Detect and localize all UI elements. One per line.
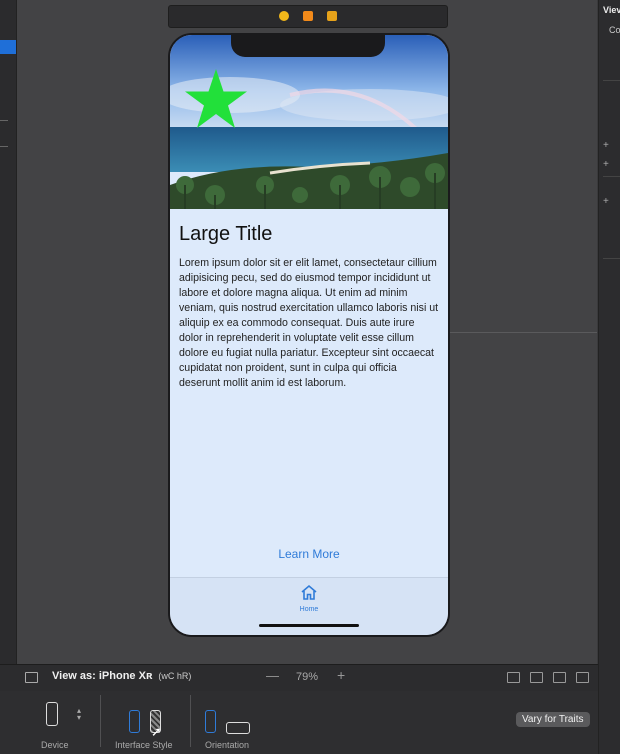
tab-home-label: Home (299, 606, 319, 613)
exit-icon[interactable] (327, 11, 337, 21)
traits-divider (190, 695, 191, 747)
navigator-selected-row[interactable] (0, 40, 16, 54)
scene-dock (168, 5, 448, 28)
mouse-cursor-icon: ➚ (151, 724, 162, 739)
home-indicator (259, 624, 359, 627)
navigator-divider (0, 146, 8, 147)
navigator-divider (0, 120, 8, 121)
document-outline-toggle-icon[interactable] (25, 672, 38, 683)
large-title-label[interactable]: Large Title (179, 223, 272, 246)
iphone-scene[interactable]: Large Title Lorem ipsum dolor sit er eli… (168, 33, 450, 637)
inspector-divider (603, 258, 620, 259)
device-stepper-icon[interactable]: ▴ ▾ (77, 707, 81, 722)
canvas-guide-line (447, 332, 597, 333)
view-controller-icon[interactable] (279, 11, 289, 21)
zoom-level[interactable]: 79% (296, 671, 318, 683)
canvas-bottom-bar: View as: iPhone Xʀ (wC hR) — 79% + (0, 664, 598, 691)
add-constraints-icon[interactable] (553, 672, 566, 683)
inspector-divider (603, 80, 620, 81)
add-icon[interactable]: + (603, 140, 609, 151)
light-appearance-icon[interactable] (129, 710, 140, 733)
view-as-device[interactable]: View as: iPhone Xʀ (wC hR) (52, 670, 191, 682)
tab-home[interactable]: Home (289, 584, 329, 613)
vary-for-traits-button[interactable]: Vary for Traits (516, 712, 590, 727)
zoom-out-button[interactable]: — (266, 668, 279, 683)
first-responder-icon[interactable] (303, 11, 313, 21)
add-icon[interactable]: + (603, 159, 609, 170)
body-text-label[interactable]: Lorem ipsum dolor sit er elit lamet, con… (179, 256, 439, 391)
device-phone-icon[interactable] (46, 702, 58, 726)
portrait-orientation-icon[interactable] (205, 710, 216, 733)
landscape-orientation-icon[interactable] (226, 722, 250, 734)
navigator-strip (0, 0, 17, 664)
inspector-title: Viev (603, 5, 620, 15)
inspector-panel: Viev Co + + + (598, 0, 620, 754)
view-as-label: View as: iPhone Xʀ (52, 670, 153, 682)
zoom-in-button[interactable]: + (337, 667, 345, 683)
device-configuration-bar: ▴ ▾ Device ➚ Interface Style Orientation … (0, 691, 598, 754)
house-icon (300, 584, 318, 604)
inspector-divider (603, 176, 620, 177)
resolve-issues-icon[interactable] (576, 672, 589, 683)
add-icon[interactable]: + (603, 196, 609, 207)
traits-divider (100, 695, 101, 747)
learn-more-button[interactable]: Learn More (170, 547, 448, 561)
size-class-label: (wC hR) (158, 671, 192, 681)
interface-style-label: Interface Style (115, 740, 173, 750)
inspector-subtitle: Co (609, 25, 620, 35)
orientation-label: Orientation (205, 740, 250, 750)
embed-in-icon[interactable] (507, 672, 520, 683)
device-notch (231, 35, 385, 57)
tab-bar[interactable]: Home (170, 577, 448, 635)
star-icon (184, 69, 248, 136)
device-label: Device (41, 740, 69, 750)
align-icon[interactable] (530, 672, 543, 683)
